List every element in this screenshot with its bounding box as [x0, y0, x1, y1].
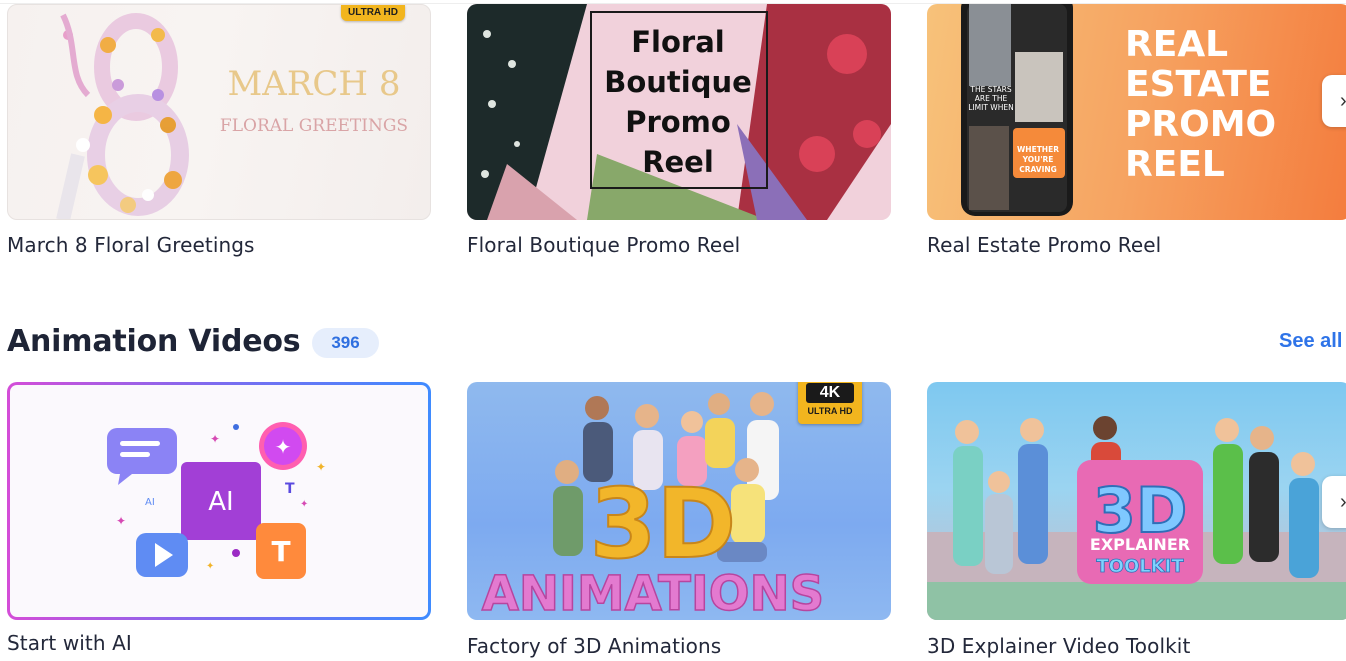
svg-text:✦: ✦ — [210, 432, 220, 446]
svg-text:LIMIT WHEN: LIMIT WHEN — [968, 103, 1013, 112]
svg-text:REAL: REAL — [1125, 24, 1228, 65]
card-title[interactable]: 3D Explainer Video Toolkit — [927, 634, 1190, 658]
svg-text:AI: AI — [208, 487, 233, 517]
svg-text:THE STARS: THE STARS — [969, 85, 1011, 94]
svg-text:ESTATE: ESTATE — [1125, 64, 1272, 105]
floral-boutique-thumbnail: Floral Boutique Promo Reel — [467, 4, 891, 220]
ultra-hd-badge: ULTRA HD — [341, 5, 405, 21]
4k-ultra-hd-badge: 4K ULTRA HD — [798, 382, 862, 424]
chat-icon — [107, 428, 177, 474]
svg-text:CRAVING: CRAVING — [1019, 165, 1057, 174]
carousel-next-button[interactable]: › — [1322, 476, 1346, 528]
svg-text:✦: ✦ — [116, 514, 126, 528]
3d-explainer-thumbnail: 3D EXPLAINER TOOLKIT — [927, 416, 1346, 620]
svg-text:✦: ✦ — [206, 561, 214, 572]
svg-text:MARCH 8: MARCH 8 — [227, 64, 400, 104]
svg-text:Promo: Promo — [625, 105, 731, 139]
svg-text:PROMO: PROMO — [1125, 104, 1276, 145]
svg-text:✦: ✦ — [316, 460, 326, 474]
template-card-3d-animations[interactable]: 3D ANIMATIONS 4K ULTRA HD — [467, 382, 891, 620]
svg-text:AI: AI — [145, 497, 155, 508]
section-title: Animation Videos — [7, 324, 301, 359]
template-card-march8[interactable]: MARCH 8 FLORAL GREETINGS ULTRA HD — [7, 4, 431, 220]
section-count-badge: 396 — [312, 328, 379, 358]
carousel-next-button[interactable]: › — [1322, 75, 1346, 127]
svg-text:T: T — [271, 535, 290, 568]
chevron-right-icon: › — [1340, 90, 1346, 113]
svg-text:FLORAL GREETINGS: FLORAL GREETINGS — [220, 116, 408, 136]
svg-text:WHETHER: WHETHER — [1017, 145, 1059, 154]
template-card-floral-boutique[interactable]: Floral Boutique Promo Reel — [467, 4, 891, 220]
card-title[interactable]: Factory of 3D Animations — [467, 634, 721, 658]
svg-text:3D: 3D — [590, 468, 736, 580]
svg-text:✦: ✦ — [300, 499, 308, 510]
svg-text:Floral: Floral — [631, 25, 725, 59]
svg-text:Boutique: Boutique — [604, 65, 752, 99]
real-estate-thumbnail: THE STARS ARE THE LIMIT WHEN WHETHER YOU… — [961, 4, 1276, 216]
svg-text:Reel: Reel — [642, 145, 714, 179]
svg-text:ANIMATIONS: ANIMATIONS — [482, 566, 825, 620]
svg-text:TOOLKIT: TOOLKIT — [1096, 556, 1184, 577]
template-card-3d-explainer[interactable]: 3D EXPLAINER TOOLKIT — [927, 382, 1346, 620]
template-card-real-estate[interactable]: THE STARS ARE THE LIMIT WHEN WHETHER YOU… — [927, 4, 1346, 220]
chevron-right-icon: › — [1340, 491, 1346, 514]
see-all-link[interactable]: See all — [1279, 330, 1342, 353]
svg-text:T: T — [285, 481, 295, 497]
svg-text:EXPLAINER: EXPLAINER — [1090, 535, 1190, 554]
svg-text:ARE THE: ARE THE — [975, 94, 1008, 103]
ai-illustration: AI ✦ T AI T ✦ ✦ ✦ ✦ ✦ — [107, 422, 326, 579]
template-card-start-with-ai[interactable]: AI ✦ T AI T ✦ ✦ ✦ ✦ ✦ — [7, 382, 431, 620]
svg-text:YOU'RE: YOU'RE — [1022, 155, 1054, 164]
svg-text:REEL: REEL — [1125, 144, 1225, 185]
card-title[interactable]: Real Estate Promo Reel — [927, 233, 1161, 257]
card-title[interactable]: Floral Boutique Promo Reel — [467, 233, 740, 257]
march8-thumbnail: MARCH 8 FLORAL GREETINGS — [56, 13, 408, 219]
card-title[interactable]: Start with AI — [7, 631, 132, 655]
card-title[interactable]: March 8 Floral Greetings — [7, 233, 255, 257]
svg-text:✦: ✦ — [275, 437, 292, 459]
